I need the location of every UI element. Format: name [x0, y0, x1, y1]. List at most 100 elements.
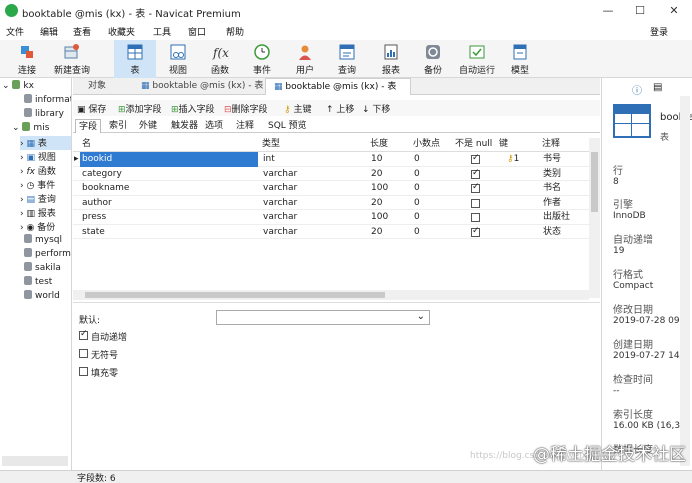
toolbar-function[interactable]: f(x) 函数: [199, 40, 241, 78]
toolbar-table[interactable]: 表: [114, 40, 156, 78]
menu-file[interactable]: 文件: [6, 25, 24, 38]
cell-decimals[interactable]: 0: [412, 196, 452, 211]
not-null-checkbox[interactable]: [471, 168, 480, 179]
maximize-button[interactable]: ☐: [624, 0, 656, 22]
tree-item-backups[interactable]: › ◉ 备份: [20, 220, 55, 234]
cell-name[interactable]: bookname: [80, 181, 258, 196]
right-panel-vscrollbar[interactable]: [680, 96, 690, 466]
tree-item-reports[interactable]: › ▥ 报表: [20, 206, 56, 220]
column-header-length[interactable]: 长度: [370, 138, 388, 151]
primary-key-button[interactable]: ⚷ 主键: [284, 102, 311, 115]
cell-comment[interactable]: 书名: [541, 181, 589, 196]
add-field-button[interactable]: ⊞添加字段: [118, 102, 162, 115]
tab-booktable-1[interactable]: ▦ booktable @mis (kx) - 表: [133, 78, 263, 95]
menu-help[interactable]: 帮助: [226, 25, 244, 38]
not-null-checkbox[interactable]: [471, 182, 480, 193]
toolbar-backup[interactable]: 备份: [412, 40, 454, 78]
default-select[interactable]: ⌄: [216, 310, 430, 325]
cell-name[interactable]: bookid: [80, 152, 258, 167]
not-null-checkbox[interactable]: [471, 213, 480, 222]
cell-length[interactable]: 10: [369, 152, 409, 167]
close-button[interactable]: ✕: [658, 0, 690, 22]
tree-db-mis[interactable]: ⌄ mis: [12, 122, 49, 136]
cell-name[interactable]: state: [80, 225, 258, 240]
column-header-decimals[interactable]: 小数点: [413, 138, 440, 151]
toolbar-event[interactable]: 事件: [241, 40, 283, 78]
tree-item-views[interactable]: › ▣ 视图: [20, 150, 56, 164]
tree-item-tables[interactable]: › ▦ 表: [20, 136, 71, 151]
toolbar-connect[interactable]: 连接: [6, 40, 48, 78]
menu-edit[interactable]: 编辑: [40, 25, 58, 38]
grid-hscrollbar[interactable]: [73, 290, 589, 300]
cell-type[interactable]: varchar: [261, 196, 366, 211]
column-header-not-null[interactable]: 不是 null: [455, 138, 492, 151]
cell-length[interactable]: 20: [369, 167, 409, 182]
menu-view[interactable]: 查看: [73, 25, 91, 38]
info-icon[interactable]: ⓘ: [632, 82, 642, 97]
tree-connection[interactable]: ⌄ kx: [2, 80, 34, 94]
cell-length[interactable]: 20: [369, 196, 409, 211]
zerofill-checkbox[interactable]: 填充零: [79, 366, 199, 379]
ddl-icon[interactable]: ▤: [653, 82, 662, 93]
move-up-button[interactable]: ↑ 上移: [326, 102, 354, 115]
tree-db[interactable]: world: [24, 290, 60, 304]
cell-decimals[interactable]: 0: [412, 152, 452, 167]
cell-length[interactable]: 100: [369, 181, 409, 196]
auto-increment-checkbox[interactable]: 自动递增: [79, 329, 199, 343]
cell-comment[interactable]: 出版社: [541, 210, 589, 225]
column-header-comment[interactable]: 注释: [542, 138, 560, 151]
column-header-name[interactable]: 名: [82, 138, 91, 151]
tree-db[interactable]: test: [24, 276, 52, 290]
tree-db[interactable]: performance_schema: [24, 248, 71, 262]
tab-foreign-keys[interactable]: 外键: [136, 119, 160, 133]
toolbar-query[interactable]: 查询: [326, 40, 368, 78]
cell-length[interactable]: 20: [369, 225, 409, 240]
not-null-checkbox[interactable]: [471, 198, 480, 208]
tab-comment[interactable]: 注释: [233, 119, 257, 133]
tree-db[interactable]: information_schema: [24, 94, 71, 108]
tree-db[interactable]: sakila: [24, 262, 61, 276]
delete-field-button[interactable]: ⊟删除字段: [224, 102, 268, 115]
cell-decimals[interactable]: 0: [412, 167, 452, 182]
insert-field-button[interactable]: ⊞插入字段: [171, 102, 215, 115]
cell-type[interactable]: varchar: [261, 225, 366, 240]
cell-decimals[interactable]: 0: [412, 225, 452, 240]
tab-fields[interactable]: 字段: [75, 119, 102, 133]
menu-tools[interactable]: 工具: [153, 25, 171, 38]
tree-item-events[interactable]: › ◷ 事件: [20, 178, 55, 192]
unsigned-checkbox[interactable]: 无符号: [79, 348, 199, 361]
tab-booktable-2[interactable]: ▦ booktable @mis (kx) - 表: [265, 78, 411, 95]
cell-comment[interactable]: 状态: [541, 225, 589, 240]
tree-item-queries[interactable]: › ▤ 查询: [20, 192, 56, 206]
tree-item-functions[interactable]: › fx 函数: [20, 164, 56, 178]
toolbar-model[interactable]: 模型: [499, 40, 541, 78]
login-button[interactable]: 登录: [650, 25, 668, 38]
not-null-checkbox[interactable]: [471, 153, 480, 164]
minimize-button[interactable]: —: [592, 0, 624, 22]
cell-type[interactable]: varchar: [261, 181, 366, 196]
tree-db[interactable]: mysql: [24, 234, 62, 248]
tab-sql-preview[interactable]: SQL 预览: [265, 119, 310, 133]
toolbar-new-query[interactable]: 新建查询: [52, 40, 92, 78]
save-button[interactable]: ▣ 保存: [77, 102, 106, 115]
tab-indexes[interactable]: 索引: [106, 119, 130, 133]
cell-length[interactable]: 100: [369, 210, 409, 225]
toolbar-user[interactable]: 用户: [284, 40, 326, 78]
cell-type[interactable]: varchar: [261, 167, 366, 182]
tab-triggers[interactable]: 触发器: [168, 119, 201, 133]
cell-name[interactable]: author: [80, 196, 258, 211]
toolbar-report[interactable]: 报表: [370, 40, 412, 78]
grid-vscrollbar[interactable]: [589, 138, 600, 298]
tab-options[interactable]: 选项: [202, 119, 226, 133]
cell-decimals[interactable]: 0: [412, 181, 452, 196]
cell-comment[interactable]: 书号: [541, 152, 589, 167]
menu-favorites[interactable]: 收藏夹: [108, 25, 135, 38]
hscroll-thumb[interactable]: [85, 292, 385, 298]
cell-decimals[interactable]: 0: [412, 210, 452, 225]
cell-name[interactable]: press: [80, 210, 258, 225]
column-header-type[interactable]: 类型: [262, 138, 280, 151]
tab-objects[interactable]: 对象: [80, 78, 132, 95]
not-null-checkbox[interactable]: [471, 226, 480, 237]
toolbar-view[interactable]: 视图: [157, 40, 199, 78]
cell-type[interactable]: varchar: [261, 210, 366, 225]
